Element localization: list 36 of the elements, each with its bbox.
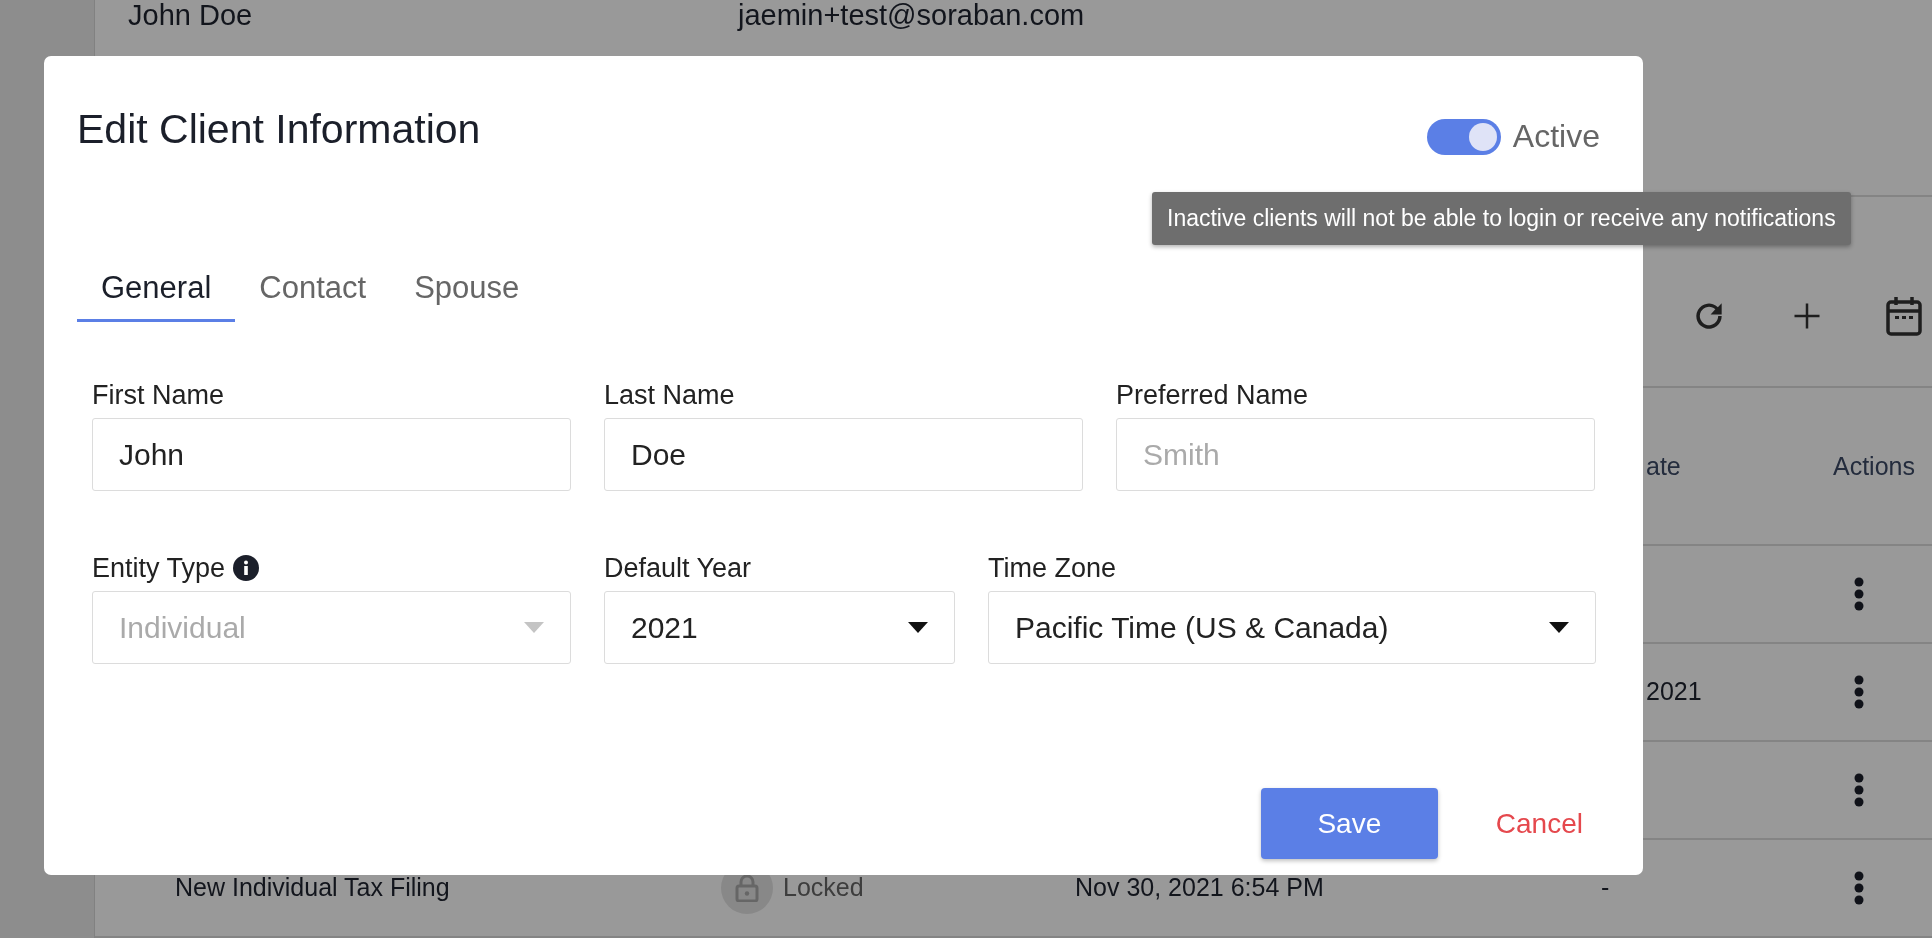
column-header: ate — [1646, 451, 1681, 480]
tab[interactable]: General — [77, 257, 236, 322]
field-label: Time Zone — [988, 552, 1117, 584]
status-text: Locked — [783, 873, 864, 903]
table-cell: - — [1601, 873, 1610, 902]
text-field[interactable]: John — [92, 418, 571, 491]
table-cell: 2021 — [1646, 677, 1702, 706]
client-name: John Doe — [128, 0, 254, 32]
more-icon[interactable] — [1854, 773, 1864, 807]
field-label: Preferred Name — [1116, 379, 1309, 411]
dropdown[interactable]: Pacific Time (US & Canada) — [988, 591, 1596, 664]
add-icon[interactable] — [1792, 301, 1822, 332]
text-field[interactable]: Doe — [604, 418, 1083, 491]
tooltip: Inactive clients will not be able to login or receive any notifications — [1152, 192, 1851, 245]
calendar-icon[interactable] — [1886, 296, 1922, 337]
column-header: Actions — [1833, 451, 1915, 481]
caret-down-icon — [524, 622, 544, 633]
tab[interactable]: Spouse — [390, 257, 544, 322]
toggle-label: Active — [1512, 118, 1600, 155]
tab[interactable]: Contact — [235, 257, 391, 322]
field-label: Last Name — [604, 379, 735, 411]
field-label: Entity Type — [92, 552, 226, 584]
cancel-button[interactable]: Cancel — [1487, 807, 1591, 840]
field-label: Default Year — [604, 552, 752, 584]
more-icon[interactable] — [1854, 675, 1864, 709]
caret-down-icon — [1549, 622, 1569, 633]
save-button[interactable]: Save — [1260, 788, 1438, 859]
more-icon[interactable] — [1854, 871, 1864, 905]
dropdown[interactable]: 2021 — [604, 591, 955, 664]
caret-down-icon — [908, 622, 928, 633]
more-icon[interactable] — [1854, 577, 1864, 611]
field-label: First Name — [92, 379, 224, 411]
date-text: Nov 30, 2021 6:54 PM — [1075, 873, 1324, 902]
dialog-title: Edit Client Information — [77, 106, 481, 153]
client-email: jaemin+test@soraban.com — [738, 0, 1085, 32]
filing-name: New Individual Tax Filing — [175, 873, 450, 902]
